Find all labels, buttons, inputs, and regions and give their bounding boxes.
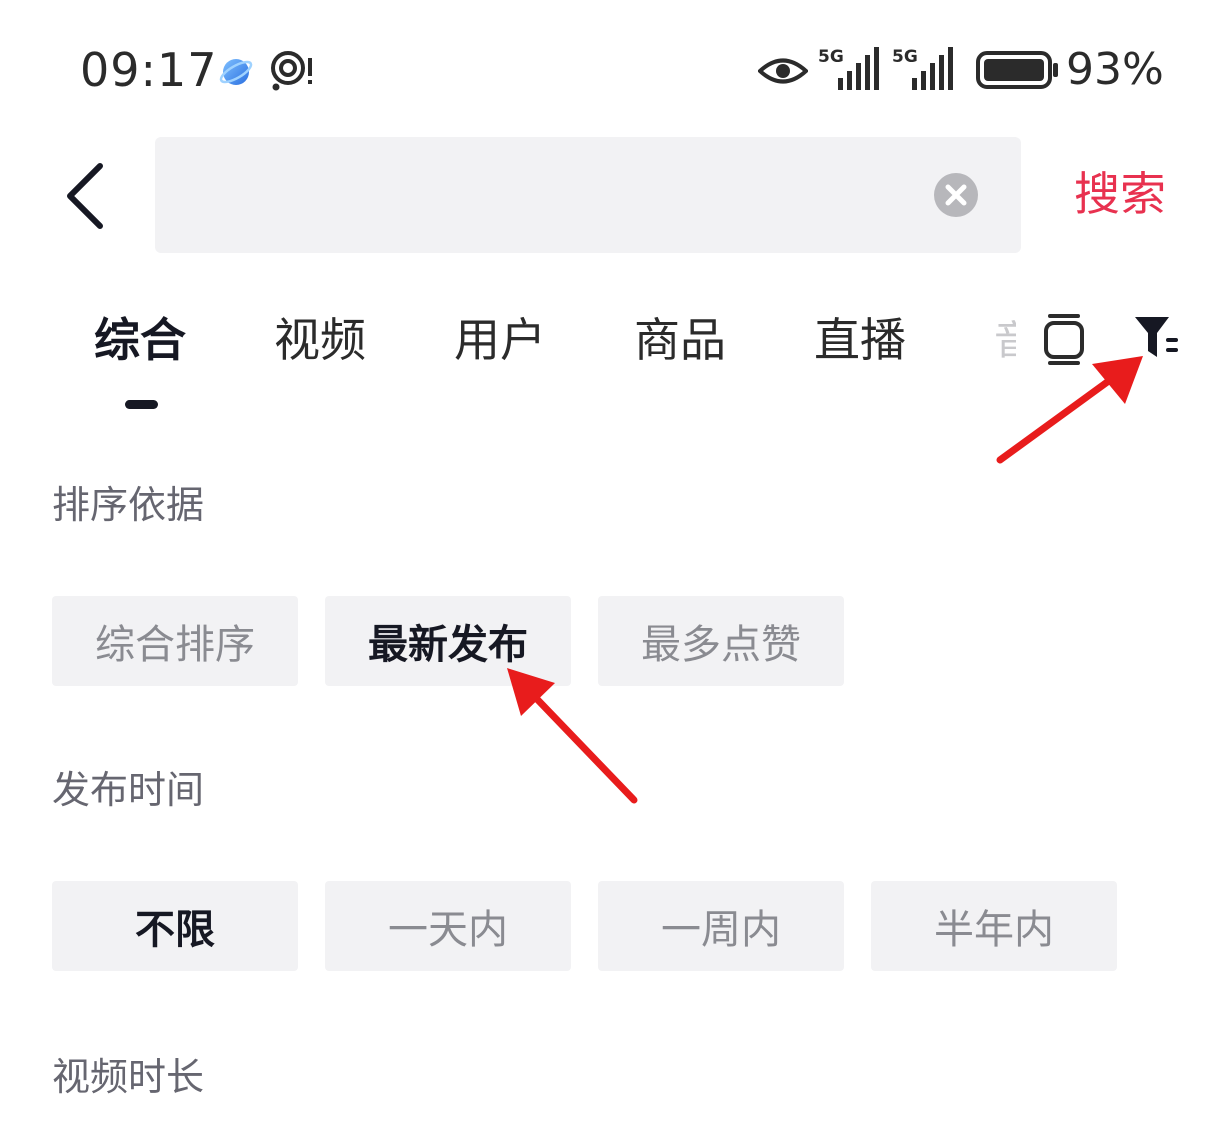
filter-icon[interactable] bbox=[1134, 314, 1180, 360]
chevron-left-icon bbox=[67, 163, 103, 229]
tab-partial[interactable]: 音 bbox=[994, 318, 1016, 364]
search-box[interactable] bbox=[155, 137, 1021, 253]
notification-icon bbox=[271, 51, 312, 91]
time-option-one-day[interactable]: 一天内 bbox=[325, 881, 571, 971]
signal-icon: 5G bbox=[892, 47, 953, 90]
tab-comprehensive[interactable]: 综合 bbox=[94, 310, 186, 370]
status-bar: 09:17 5G 5G 93% bbox=[0, 0, 1223, 140]
signal-icon: 5G bbox=[818, 47, 879, 90]
tab-list-icon[interactable] bbox=[1042, 312, 1086, 366]
arrow-to-filter-icon bbox=[996, 356, 1143, 464]
time-option-one-week[interactable]: 一周内 bbox=[598, 881, 844, 971]
arrow-to-latest-option bbox=[507, 668, 638, 804]
sort-option-most-liked[interactable]: 最多点赞 bbox=[598, 596, 844, 686]
planet-icon bbox=[219, 59, 253, 85]
tab-products[interactable]: 商品 bbox=[634, 310, 726, 370]
battery-percentage: 93% bbox=[1066, 44, 1164, 95]
time-option-unlimited[interactable]: 不限 bbox=[52, 881, 298, 971]
tab-live[interactable]: 直播 bbox=[814, 310, 906, 370]
tab-video[interactable]: 视频 bbox=[274, 310, 366, 370]
active-tab-indicator bbox=[125, 400, 158, 409]
duration-section-title: 视频时长 bbox=[52, 1055, 205, 1099]
status-time: 09:17 bbox=[80, 43, 218, 97]
clear-button[interactable] bbox=[933, 172, 979, 218]
time-option-half-year[interactable]: 半年内 bbox=[871, 881, 1117, 971]
search-input[interactable] bbox=[179, 157, 923, 235]
tab-users[interactable]: 用户 bbox=[454, 310, 546, 370]
back-button[interactable] bbox=[56, 160, 116, 232]
time-section-title: 发布时间 bbox=[52, 768, 205, 812]
sort-option-comprehensive[interactable]: 综合排序 bbox=[52, 596, 298, 686]
battery-icon bbox=[976, 51, 1058, 89]
network-label: 5G bbox=[892, 47, 918, 67]
network-label: 5G bbox=[818, 47, 844, 67]
eye-icon bbox=[758, 58, 808, 84]
sort-section-title: 排序依据 bbox=[52, 483, 205, 527]
search-button[interactable]: 搜索 bbox=[1074, 164, 1166, 224]
sort-option-latest[interactable]: 最新发布 bbox=[325, 596, 571, 686]
